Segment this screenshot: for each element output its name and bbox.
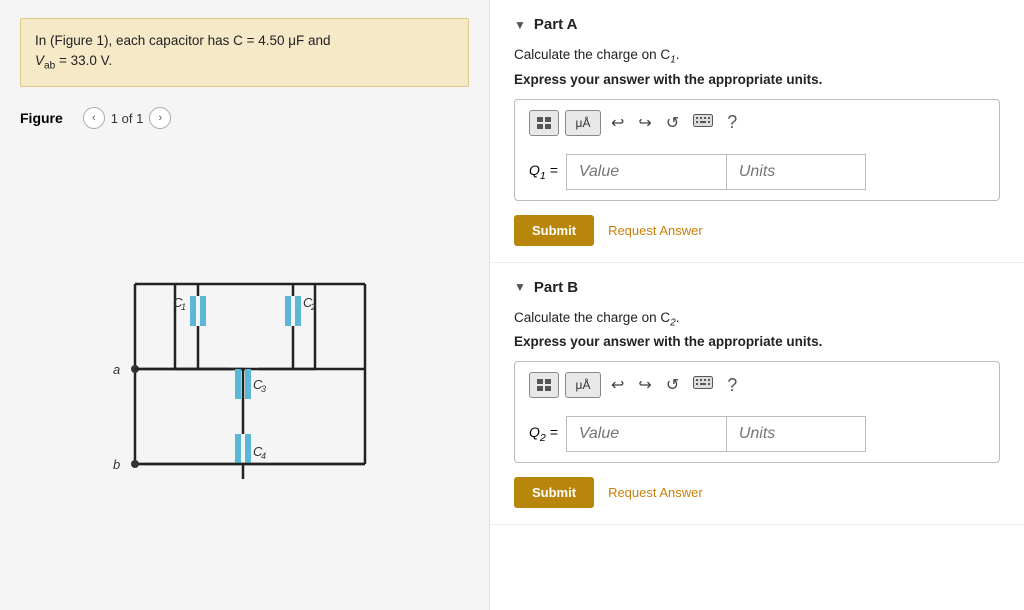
part-a-value-input[interactable] xyxy=(566,154,726,190)
part-a-arrow: ▼ xyxy=(514,18,526,32)
redo-button-b[interactable]: ↪ xyxy=(634,373,655,397)
part-a-action-row: Submit Request Answer xyxy=(514,215,1000,246)
part-a-toolbar: μÅ ↩ ↪ ↺ ? xyxy=(529,110,985,144)
part-b-title: Part B xyxy=(534,279,578,296)
problem-text-line1: In (Figure 1), each capacitor has C = 4.… xyxy=(35,33,331,48)
part-a-input-row: Q1 = xyxy=(529,154,985,190)
matrix-button-a[interactable] xyxy=(529,110,559,136)
svg-text:1: 1 xyxy=(181,302,186,312)
part-a-title: Part A xyxy=(534,16,578,33)
matrix-button-b[interactable] xyxy=(529,372,559,398)
part-b-header: ▼ Part B xyxy=(514,279,1000,296)
circuit-diagram: C 3 C 4 C 1 C 2 a b xyxy=(75,214,415,524)
part-a-q-label: Q1 = xyxy=(529,162,558,182)
matrix-icon-b xyxy=(536,378,552,392)
part-b-answer-box: μÅ ↩ ↪ ↺ ? xyxy=(514,361,1000,463)
keyboard-button-a[interactable] xyxy=(689,112,717,134)
figure-header: Figure ‹ 1 of 1 › xyxy=(20,107,469,129)
left-panel: In (Figure 1), each capacitor has C = 4.… xyxy=(0,0,490,610)
help-icon-a[interactable]: ? xyxy=(727,112,737,133)
part-a-header: ▼ Part A xyxy=(514,16,1000,33)
matrix-icon xyxy=(536,116,552,130)
part-b-question: Calculate the charge on C2. xyxy=(514,310,1000,329)
part-b-submit-button[interactable]: Submit xyxy=(514,477,594,508)
part-a-section: ▼ Part A Calculate the charge on C1. Exp… xyxy=(490,0,1024,263)
undo-button-a[interactable]: ↩ xyxy=(607,111,628,135)
right-panel: ▼ Part A Calculate the charge on C1. Exp… xyxy=(490,0,1024,610)
part-b-toolbar: μÅ ↩ ↪ ↺ ? xyxy=(529,372,985,406)
reset-button-b[interactable]: ↺ xyxy=(662,373,683,397)
nav-prev-button[interactable]: ‹ xyxy=(83,107,105,129)
undo-button-b[interactable]: ↩ xyxy=(607,373,628,397)
part-a-answer-box: μÅ ↩ ↪ ↺ ? xyxy=(514,99,1000,201)
v-rest: = 33.0 V. xyxy=(55,53,112,68)
keyboard-icon-b xyxy=(693,376,713,389)
keyboard-icon xyxy=(693,114,713,127)
problem-statement: In (Figure 1), each capacitor has C = 4.… xyxy=(20,18,469,87)
part-b-action-row: Submit Request Answer xyxy=(514,477,1000,508)
keyboard-button-b[interactable] xyxy=(689,374,717,396)
part-a-units-input[interactable] xyxy=(726,154,866,190)
v-symbol: V xyxy=(35,53,44,68)
svg-text:2: 2 xyxy=(310,302,316,312)
mu-button-a[interactable]: μÅ xyxy=(565,110,601,136)
part-a-submit-button[interactable]: Submit xyxy=(514,215,594,246)
nav-controls: ‹ 1 of 1 › xyxy=(83,107,172,129)
nav-next-button[interactable]: › xyxy=(149,107,171,129)
point-b xyxy=(131,460,139,468)
svg-text:3: 3 xyxy=(261,384,266,394)
svg-text:4: 4 xyxy=(261,451,266,461)
problem-text-line2: Vab = 33.0 V. xyxy=(35,53,112,68)
figure-title: Figure xyxy=(20,110,63,126)
mu-button-b[interactable]: μÅ xyxy=(565,372,601,398)
redo-button-a[interactable]: ↪ xyxy=(634,111,655,135)
part-a-question: Calculate the charge on C1. xyxy=(514,47,1000,66)
part-b-section: ▼ Part B Calculate the charge on C2. Exp… xyxy=(490,263,1024,526)
v-subscript: ab xyxy=(44,61,55,72)
part-a-request-answer-link[interactable]: Request Answer xyxy=(608,223,703,238)
part-b-input-row: Q2 = xyxy=(529,416,985,452)
figure-section: Figure ‹ 1 of 1 › xyxy=(0,87,489,610)
part-b-request-answer-link[interactable]: Request Answer xyxy=(608,485,703,500)
part-b-q-label: Q2 = xyxy=(529,424,558,444)
reset-button-a[interactable]: ↺ xyxy=(662,111,683,135)
b-label: b xyxy=(113,457,120,472)
part-a-instruction: Express your answer with the appropriate… xyxy=(514,72,1000,87)
part-b-arrow: ▼ xyxy=(514,280,526,294)
circuit-container: C 3 C 4 C 1 C 2 a b xyxy=(20,137,469,600)
part-b-value-input[interactable] xyxy=(566,416,726,452)
nav-page-text: 1 of 1 xyxy=(111,111,144,126)
part-b-instruction: Express your answer with the appropriate… xyxy=(514,334,1000,349)
part-b-units-input[interactable] xyxy=(726,416,866,452)
help-icon-b[interactable]: ? xyxy=(727,375,737,396)
a-label: a xyxy=(113,362,120,377)
